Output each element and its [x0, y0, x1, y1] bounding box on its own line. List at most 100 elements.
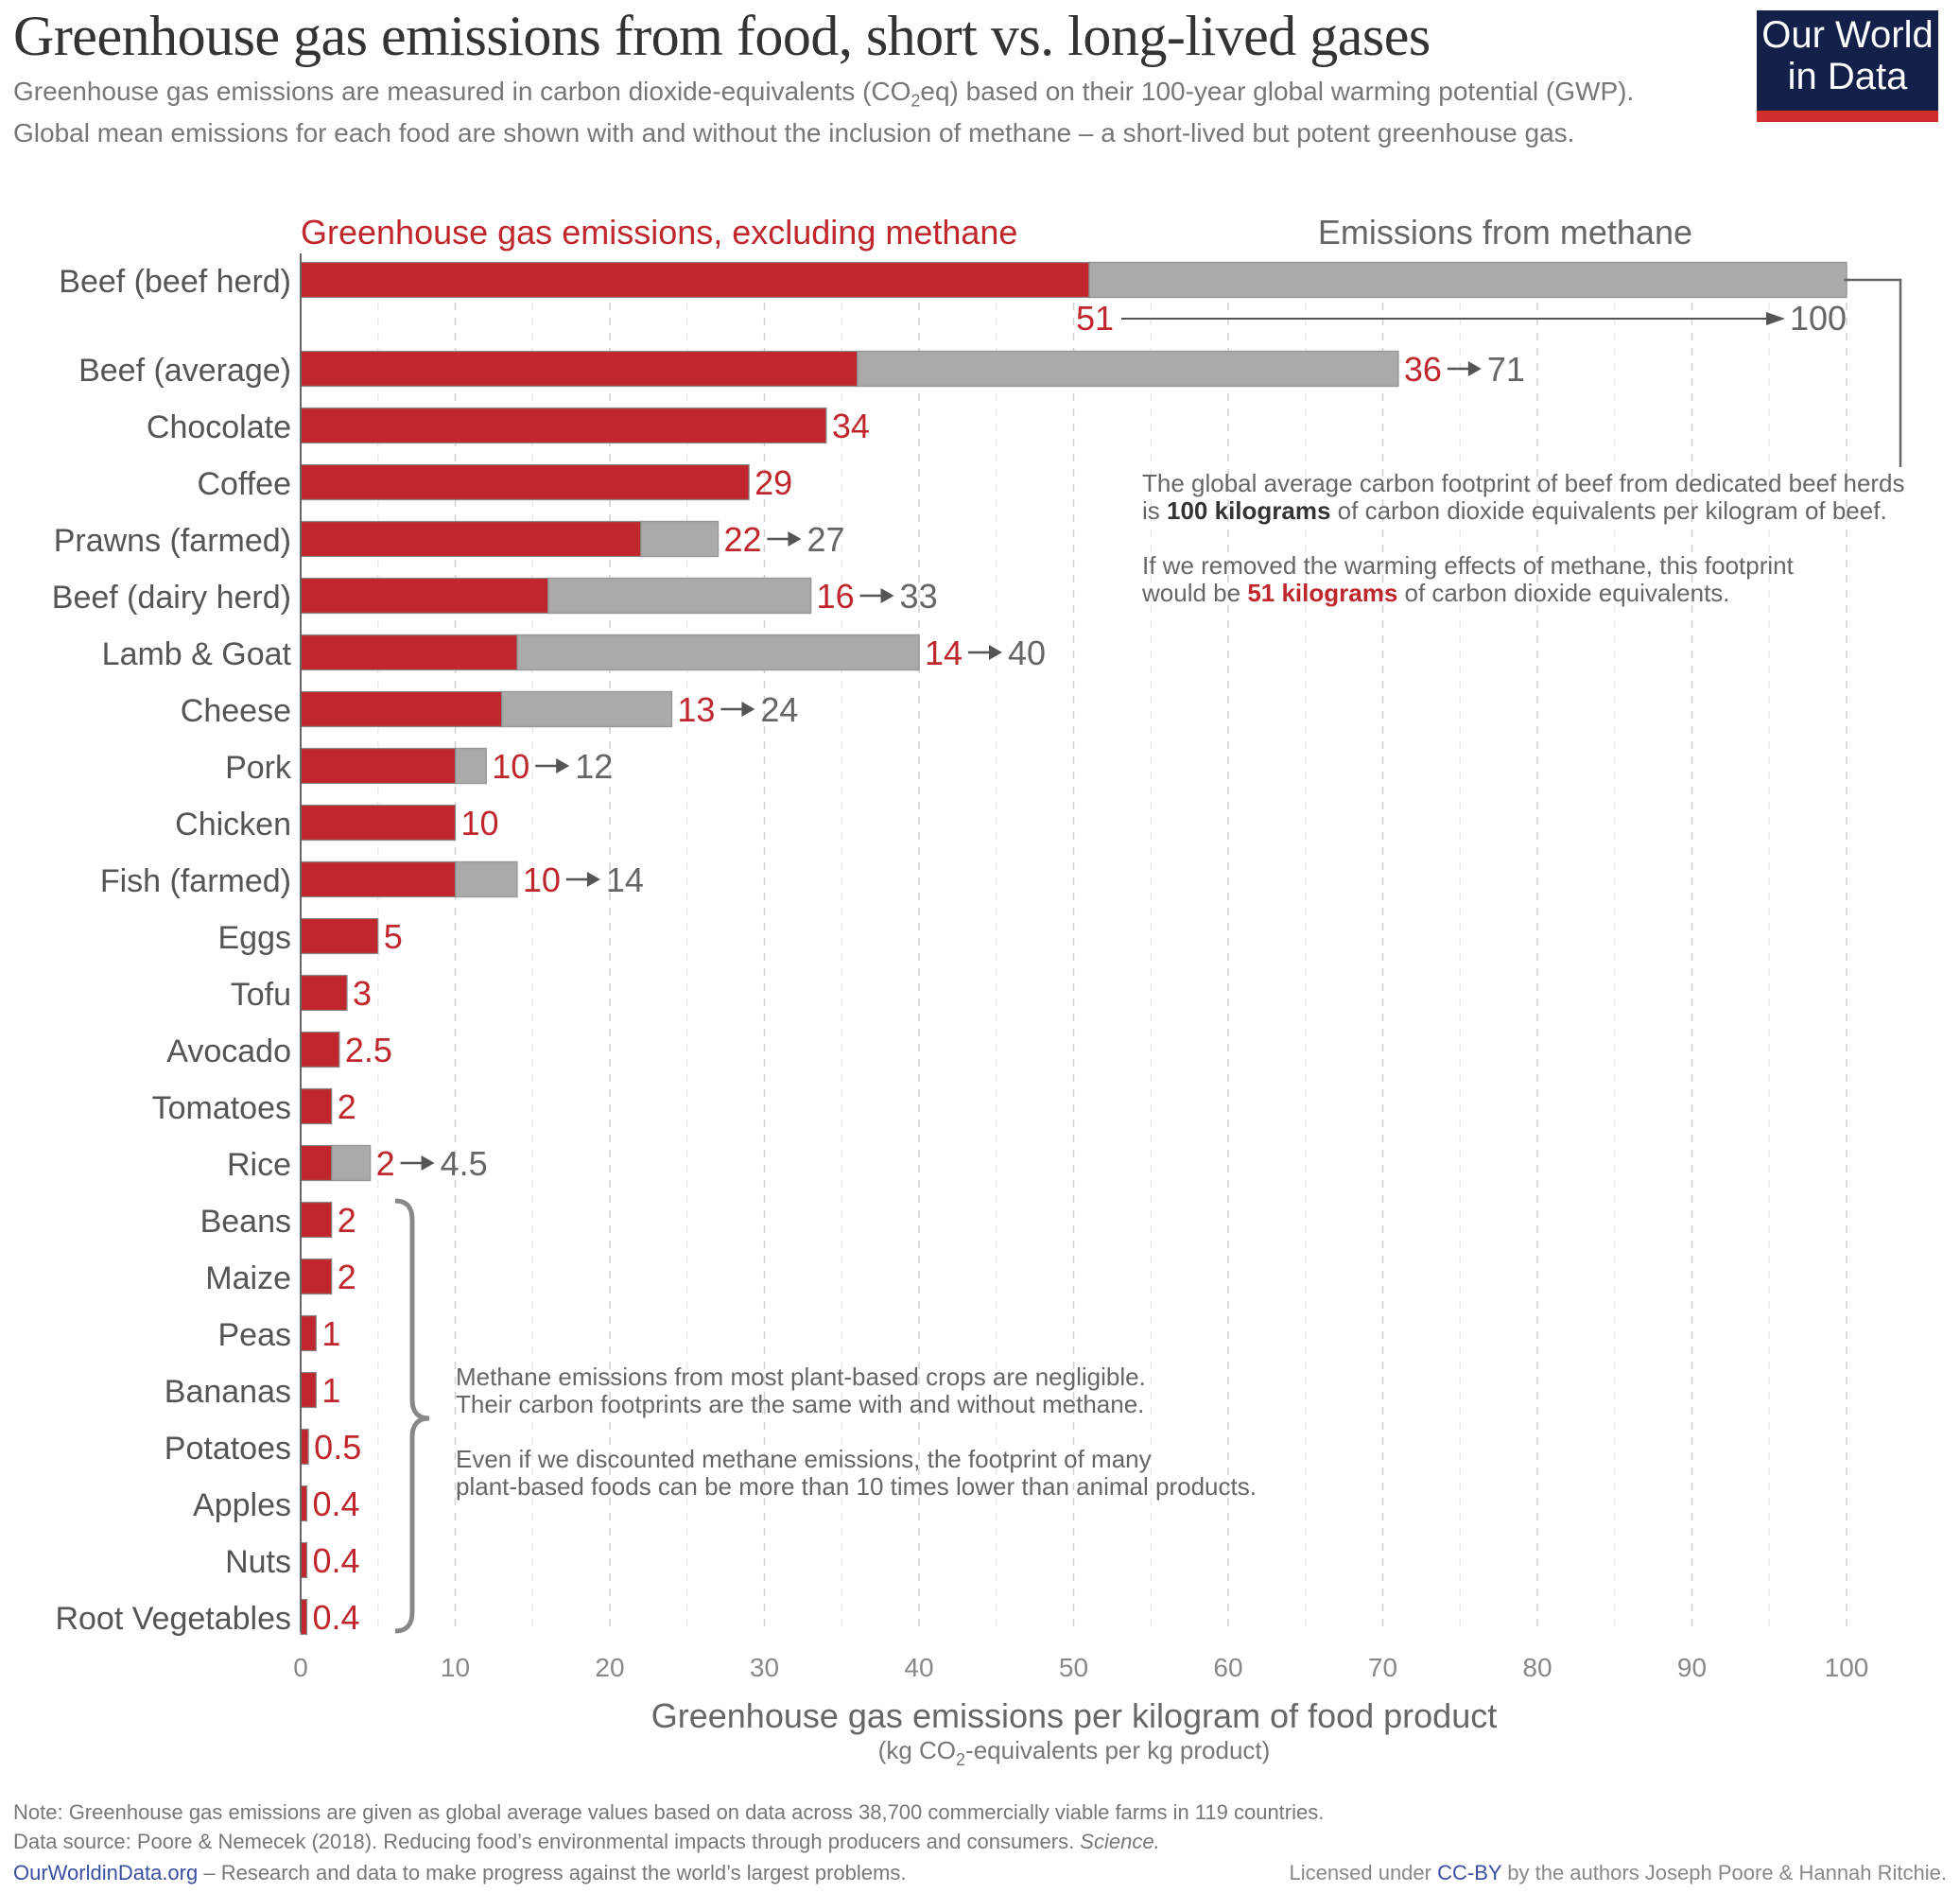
category-label: Bananas [165, 1374, 291, 1410]
x-tick-label: 90 [1677, 1653, 1707, 1682]
category-label: Beef (dairy herd) [52, 580, 291, 616]
value-label-excluding: 29 [755, 463, 792, 502]
x-tick-label: 30 [750, 1653, 779, 1682]
beef-annotation-line-4: would be 51 kilograms of carbon dioxide … [1141, 579, 1730, 607]
bar-excluding-methane [300, 1201, 333, 1239]
license-text: Licensed under [1289, 1861, 1438, 1884]
x-tick-label: 40 [904, 1653, 933, 1682]
category-label: Chocolate [147, 409, 291, 445]
plant-annotation-line-3: Even if we discounted methane emissions,… [456, 1445, 1152, 1473]
value-label-excluding: 2 [338, 1258, 356, 1296]
category-label: Eggs [218, 920, 292, 956]
value-arrow-head [421, 1155, 435, 1171]
category-label: Potatoes [165, 1431, 291, 1467]
beef-annotation-line-1: The global average carbon footprint of b… [1142, 469, 1905, 497]
footer-license: Licensed under CC-BY by the authors Jose… [1290, 1861, 1947, 1885]
plant-foods-brace [394, 1198, 430, 1634]
value-label-excluding: 2 [376, 1144, 395, 1183]
value-label-excluding: 2 [338, 1201, 356, 1240]
category-label: Peas [218, 1317, 292, 1353]
bar-methane [454, 747, 487, 785]
bar-methane [639, 520, 720, 558]
category-label: Nuts [225, 1544, 291, 1580]
bar-excluding-methane [300, 917, 379, 955]
bar-methane [500, 690, 673, 728]
bar-methane [546, 577, 812, 615]
value-arrow-head [556, 758, 570, 773]
value-label-total: 100 [1790, 299, 1847, 338]
legend-excluding-methane: Greenhouse gas emissions, excluding meth… [301, 213, 1017, 252]
value-label-total: 27 [807, 520, 844, 559]
beef-annotation-line-2: is 100 kilograms of carbon dioxide equiv… [1142, 496, 1887, 525]
bar-excluding-methane [300, 1314, 317, 1352]
value-label-excluding: 51 [1076, 299, 1114, 338]
bar-excluding-methane [300, 634, 518, 671]
value-label-excluding: 2 [338, 1087, 356, 1126]
category-label: Pork [225, 750, 292, 786]
category-label: Fish (farmed) [100, 863, 291, 899]
category-label: Chicken [175, 807, 291, 842]
bar-methane [856, 350, 1399, 388]
x-tick-label: 60 [1213, 1653, 1242, 1682]
category-label: Beans [200, 1204, 291, 1240]
category-label: Tomatoes [152, 1090, 291, 1126]
category-label: Apples [193, 1487, 291, 1523]
category-label: Beef (beef herd) [59, 264, 291, 300]
source-text: Data source: Poore & Nemecek (2018). Red… [13, 1830, 1081, 1853]
value-label-excluding: 16 [817, 577, 855, 616]
plant-annotation-line-4: plant-based foods can be more than 10 ti… [456, 1472, 1257, 1501]
bar-excluding-methane [300, 804, 457, 842]
value-arrow-head [586, 872, 600, 887]
bar-methane [516, 634, 920, 671]
value-label-excluding: 1 [321, 1371, 340, 1410]
value-label-total: 33 [900, 577, 938, 616]
value-label-excluding: 1 [321, 1314, 340, 1353]
bar-excluding-methane [300, 520, 642, 558]
x-axis-title: Greenhouse gas emissions per kilogram of… [651, 1696, 1497, 1735]
value-label-excluding: 0.5 [314, 1428, 361, 1467]
license-text-post: by the authors Joseph Poore & Hannah Rit… [1501, 1861, 1947, 1884]
bar-methane [1088, 261, 1847, 299]
category-label: Coffee [197, 466, 291, 502]
bar-excluding-methane [300, 1258, 333, 1295]
value-label-excluding: 14 [925, 634, 963, 672]
value-arrow-head [741, 702, 755, 717]
bar-excluding-methane [300, 1371, 317, 1409]
x-tick-label: 0 [293, 1653, 308, 1682]
value-label-excluding: 10 [461, 804, 499, 842]
bar-chart: Greenhouse gas emissions, excluding meth… [52, 213, 1905, 1769]
license-link[interactable]: CC-BY [1437, 1861, 1501, 1884]
value-label-total: 14 [606, 860, 644, 899]
footer-note: Note: Greenhouse gas emissions are given… [13, 1800, 1325, 1824]
category-label: Lamb & Goat [102, 636, 292, 672]
value-label-excluding: 2.5 [345, 1031, 392, 1069]
bar-excluding-methane [300, 747, 457, 785]
site-link[interactable]: OurWorldinData.org [13, 1861, 198, 1884]
bar-excluding-methane [300, 974, 348, 1012]
bar-excluding-methane [300, 463, 750, 501]
value-label-excluding: 3 [353, 974, 372, 1013]
value-label-excluding: 0.4 [313, 1598, 360, 1637]
value-label-excluding: 34 [832, 407, 870, 445]
source-journal: Science. [1080, 1830, 1160, 1853]
x-tick-label: 10 [441, 1653, 470, 1682]
value-label-excluding: 22 [723, 520, 761, 559]
value-arrow-head [788, 531, 802, 547]
value-arrow-head [880, 588, 894, 603]
footer-site: OurWorldinData.org – Research and data t… [13, 1861, 906, 1885]
bar-excluding-methane [300, 1031, 340, 1068]
legend-methane: Emissions from methane [1318, 213, 1692, 252]
category-label: Beef (average) [78, 353, 291, 389]
plant-annotation-line-1: Methane emissions from most plant-based … [456, 1363, 1146, 1391]
bar-excluding-methane [300, 261, 1090, 299]
bar-excluding-methane [300, 577, 549, 615]
x-tick-label: 70 [1368, 1653, 1397, 1682]
x-tick-label: 50 [1059, 1653, 1088, 1682]
x-tick-label: 80 [1522, 1653, 1552, 1682]
x-tick-label: 20 [595, 1653, 624, 1682]
value-label-excluding: 10 [523, 860, 561, 899]
plant-annotation-line-2: Their carbon footprints are the same wit… [456, 1390, 1144, 1418]
value-label-excluding: 0.4 [313, 1485, 360, 1523]
category-label: Maize [205, 1260, 291, 1296]
value-label-total: 12 [575, 747, 613, 786]
